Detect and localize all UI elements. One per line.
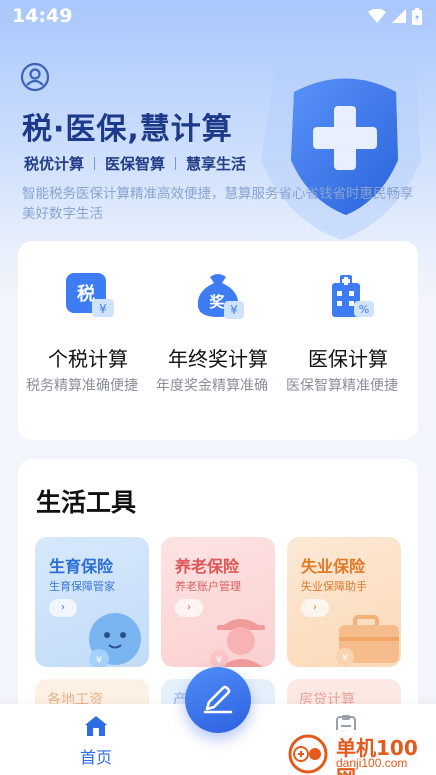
- calc-desc: 年度奖金精算准确: [156, 378, 268, 394]
- calc-item-medical-insurance[interactable]: % 医保计算 医保智算精准便捷: [286, 241, 410, 440]
- tool-title: 生育保险: [49, 557, 114, 576]
- tab-home[interactable]: 首页: [68, 714, 124, 768]
- tool-pension-insurance[interactable]: 养老保险 养老账户管理 › ¥: [161, 537, 275, 667]
- calc-item-year-end-bonus[interactable]: 奖 ¥ 年终奖计算 年度奖金精算准确: [156, 241, 280, 440]
- tool-subtitle: 养老账户管理: [175, 580, 241, 593]
- pen-icon: [203, 685, 233, 714]
- calc-name: 医保计算: [308, 347, 388, 371]
- tag-divider: [175, 157, 177, 170]
- hero-tag: 慧享生活: [186, 155, 247, 173]
- wifi-icon: [368, 9, 386, 23]
- tool-subtitle: 生育保障管家: [49, 580, 115, 593]
- hero-tags: 税优计算 医保智算 慧享生活: [24, 153, 246, 174]
- hero-tag: 医保智算: [105, 155, 166, 173]
- status-bar: 14:49: [0, 0, 436, 32]
- tool-maternity-insurance[interactable]: 生育保险 生育保障管家 › ¥: [35, 537, 149, 667]
- baby-illustration: ¥: [89, 613, 141, 667]
- tool-title: 养老保险: [175, 557, 240, 576]
- tax-icon: 税 ¥: [66, 273, 114, 317]
- tab-home-label: 首页: [79, 748, 112, 767]
- tool-subtitle: 失业保障助手: [301, 580, 367, 593]
- bonus-badge-text: 奖: [209, 293, 225, 311]
- hospital-icon: %: [332, 275, 374, 317]
- calculator-card: 税 ¥ 个税计算 税务精算准确便捷 奖 ¥ 年终奖计算 年度奖金精算准确 % 医…: [18, 241, 418, 440]
- svg-text:%: %: [359, 303, 369, 316]
- tag-divider: [94, 157, 96, 170]
- signal-icon: [392, 9, 406, 23]
- svg-text:¥: ¥: [230, 303, 238, 317]
- user-avatar-icon[interactable]: [20, 62, 50, 92]
- svg-text:¥: ¥: [342, 653, 348, 664]
- calc-name: 个税计算: [48, 347, 128, 371]
- bonus-money-bag-icon: 奖 ¥: [197, 274, 244, 319]
- briefcase-illustration: ¥: [336, 615, 399, 666]
- calc-desc: 医保智算精准便捷: [286, 378, 398, 394]
- battery-icon: [412, 7, 422, 25]
- calc-item-income-tax[interactable]: 税 ¥ 个税计算 税务精算准确便捷: [26, 241, 150, 440]
- status-icons: [368, 7, 422, 25]
- home-icon: [85, 716, 107, 736]
- tools-section-title: 生活工具: [36, 488, 137, 517]
- watermark-url: danji100.com: [336, 756, 408, 770]
- svg-text:¥: ¥: [99, 302, 107, 316]
- hero-title: 税·医保,慧计算: [22, 112, 233, 147]
- calc-name: 年终奖计算: [168, 347, 268, 371]
- hero-tag: 税优计算: [24, 155, 85, 173]
- hero-description: 智能税务医保计算精准高效便捷，慧算服务省心省钱省时惠民畅享美好数字生活: [22, 186, 414, 222]
- calc-desc: 税务精算准确便捷: [26, 378, 138, 394]
- tool-unemployment-insurance[interactable]: 失业保险 失业保障助手 › ¥: [287, 537, 401, 667]
- svg-text:¥: ¥: [216, 655, 222, 666]
- site-watermark: 单机100网 danji100.com: [286, 730, 436, 775]
- watermark-logo: [288, 734, 328, 774]
- elderly-illustration: ¥: [210, 619, 265, 667]
- tool-title: 失业保险: [301, 557, 366, 576]
- compose-fab-button[interactable]: [185, 667, 251, 733]
- status-time: 14:49: [12, 5, 73, 27]
- svg-text:¥: ¥: [96, 655, 102, 666]
